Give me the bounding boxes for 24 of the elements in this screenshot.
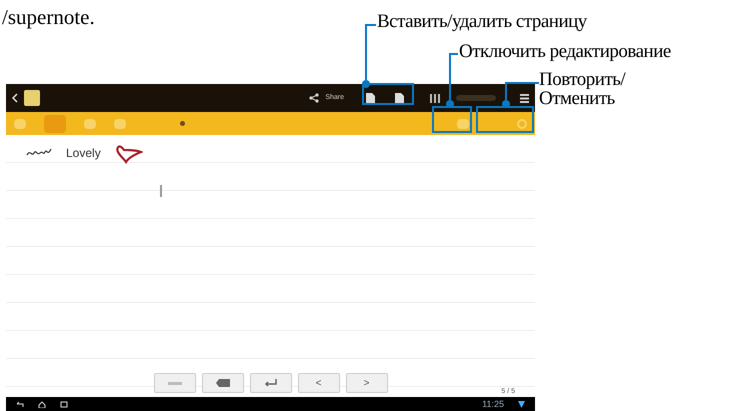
- space-bar-icon: [168, 382, 182, 384]
- backspace-icon: [216, 379, 230, 387]
- grid-icon[interactable]: [430, 94, 440, 102]
- clock: 11:25: [482, 400, 504, 408]
- document-text: /supernote.: [2, 5, 95, 29]
- arrow-key[interactable]: >: [346, 373, 388, 393]
- callout-label: Отключить редактирование: [459, 42, 671, 61]
- enter-icon: [264, 379, 278, 387]
- menu-icon[interactable]: [520, 94, 529, 102]
- enter-key[interactable]: [250, 373, 292, 393]
- text-cursor: [160, 185, 162, 197]
- backspace-key[interactable]: [202, 373, 244, 393]
- callout-label: Вставить/удалить страницу: [377, 12, 587, 31]
- add-page-icon[interactable]: [366, 92, 375, 104]
- back-icon[interactable]: [16, 400, 24, 408]
- callout-label: Повторить/ Отменить: [539, 70, 627, 108]
- wifi-icon: [518, 400, 525, 408]
- delete-page-icon[interactable]: [395, 92, 404, 104]
- recent-apps-icon[interactable]: [60, 400, 68, 408]
- home-icon[interactable]: [38, 400, 46, 408]
- typed-word: Lovely: [66, 145, 101, 162]
- share-icon[interactable]: [309, 93, 320, 103]
- back-icon[interactable]: [12, 93, 18, 103]
- arrow-key[interactable]: <: [298, 373, 340, 393]
